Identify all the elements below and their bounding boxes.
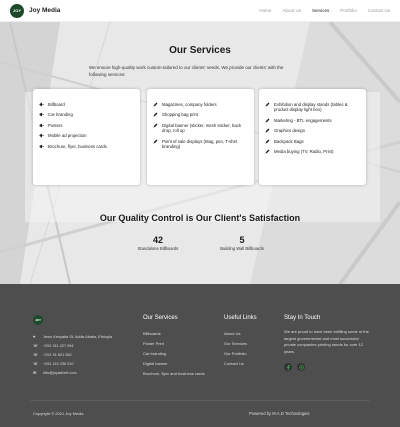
phone-icon: ☏ — [33, 342, 39, 348]
footer-link[interactable]: Car branding — [143, 349, 205, 359]
service-card-1: Billboard Car branding Posters Mobile ad… — [33, 89, 140, 185]
brand-logo[interactable]: JOY — [10, 3, 24, 18]
nav-menu: Home About Us Services Portfolio Contact… — [248, 8, 390, 13]
nav-item-portfolio[interactable]: Portfolio — [340, 8, 357, 13]
footer-link[interactable]: Our Portfolio — [224, 349, 257, 359]
contact-email[interactable]: ✉ info@joyadvert.com — [33, 368, 112, 377]
footer-link[interactable]: Digital banner — [143, 359, 205, 369]
service-card-2: Magazines, company folders Shopping bag … — [147, 89, 254, 185]
footer-link[interactable]: About Us — [224, 329, 257, 339]
service-item: Magazines, company folders — [153, 102, 248, 107]
service-item: Exhibition and display stands (tables & … — [265, 102, 360, 113]
footer-link[interactable]: Billboards — [143, 329, 205, 339]
nav-item-contact[interactable]: Contact Us — [368, 8, 390, 13]
service-item: Brochure, flyer, business cards — [39, 144, 134, 149]
top-navbar: JOY Joy Media Home About Us Services Por… — [0, 0, 400, 22]
stat-label: Standalone Billboards — [137, 246, 179, 251]
megaphone-icon — [39, 133, 44, 138]
social-links — [284, 363, 369, 371]
stat-value: 42 — [152, 235, 163, 245]
service-item: Car branding — [39, 112, 134, 117]
service-item: Graphics design — [265, 128, 360, 133]
megaphone-icon — [39, 102, 44, 107]
services-intro: We ensure high-quality work custom-tailo… — [89, 65, 284, 77]
pen-icon — [153, 102, 158, 107]
contact-address: ⌖ Jemo Kenyatta St, Addis Ababa, Ethiopia — [33, 333, 113, 339]
pen-icon — [153, 112, 158, 117]
phone-icon: ☏ — [33, 351, 39, 357]
whatsapp-icon[interactable] — [297, 363, 305, 371]
service-item: Shopping bag print — [153, 112, 248, 117]
megaphone-icon — [39, 112, 44, 117]
contact-phone[interactable]: ☏ +251 911 227 994 — [33, 341, 112, 350]
service-item: Billboard — [39, 102, 134, 107]
quality-title: Our Quality Control is Our Client's Sati… — [99, 213, 301, 223]
footer-logo[interactable]: JOY — [33, 315, 43, 325]
pen-icon — [265, 118, 270, 123]
footer-useful-links: Useful Links About Us Our Services Our P… — [224, 315, 257, 369]
facebook-icon[interactable] — [284, 363, 292, 371]
footer-touch-title: Stay In Touch — [284, 315, 321, 321]
pen-icon — [153, 123, 158, 128]
stat-standalone: 42 Standalone Billboards — [118, 235, 198, 251]
footer-link[interactable]: Contact Us — [224, 359, 257, 369]
phone-icon: ☏ — [33, 360, 39, 366]
service-item: Media buying (TV, Radio, Print) — [265, 149, 360, 154]
stat-building-wall: 5 Building Wall Billboards — [202, 235, 282, 251]
service-item: Backpack Bags — [265, 139, 360, 144]
footer-link[interactable]: Our Services — [224, 339, 257, 349]
location-icon: ⌖ — [33, 333, 36, 339]
services-title: Our Services — [169, 45, 231, 56]
stat-label: Building Wall Billboards — [220, 246, 264, 251]
powered-by[interactable]: Powered by M.A.D Technologies — [249, 411, 309, 416]
pen-icon — [265, 128, 270, 133]
service-card-3: Exhibition and display stands (tables & … — [259, 89, 366, 185]
footer-services: Our Services Billboards Poster Print Car… — [143, 315, 205, 379]
pen-icon — [265, 139, 270, 144]
nav-item-services[interactable]: Services — [312, 8, 329, 13]
footer-divider — [30, 400, 370, 401]
footer-link[interactable]: Poster Print — [143, 339, 205, 349]
brand-name[interactable]: Joy Media — [29, 7, 60, 14]
copyright: Copyright © 2021 Joy Media — [33, 411, 84, 416]
footer-contact: ⌖ Jemo Kenyatta St, Addis Ababa, Ethiopia… — [33, 332, 112, 377]
pen-icon — [153, 139, 158, 144]
footer-useful-title: Useful Links — [224, 315, 257, 321]
mail-icon: ✉ — [33, 369, 37, 375]
footer-services-title: Our Services — [143, 315, 178, 321]
nav-item-about[interactable]: About Us — [282, 8, 301, 13]
contact-phone[interactable]: ☏ +251 91 821 082 — [33, 350, 112, 359]
service-item: Posters — [39, 123, 134, 128]
footer-stay-in-touch: Stay In Touch We are proud to have been … — [284, 315, 369, 371]
pen-icon — [265, 149, 270, 154]
service-item: Digital banner (sticker, mesh sticker, b… — [153, 123, 248, 134]
footer-about-text: We are proud to have been fulfilling som… — [284, 329, 369, 354]
service-item: Marketing - BTL engagements — [265, 118, 360, 123]
contact-phone[interactable]: ☏ +251 115 236 010 — [33, 359, 112, 368]
site-footer: JOY ⌖ Jemo Kenyatta St, Addis Ababa, Ethi… — [0, 284, 400, 427]
megaphone-icon — [39, 144, 44, 149]
nav-item-home[interactable]: Home — [259, 8, 271, 13]
pen-icon — [265, 102, 270, 107]
service-item: Mobile ad projection — [39, 133, 134, 138]
footer-link[interactable]: Brochure, flyer and business cards — [143, 369, 205, 379]
megaphone-icon — [39, 123, 44, 128]
stat-value: 5 — [239, 235, 245, 245]
service-item: Point of sale displays (Mag, pen, T-shir… — [153, 139, 248, 150]
